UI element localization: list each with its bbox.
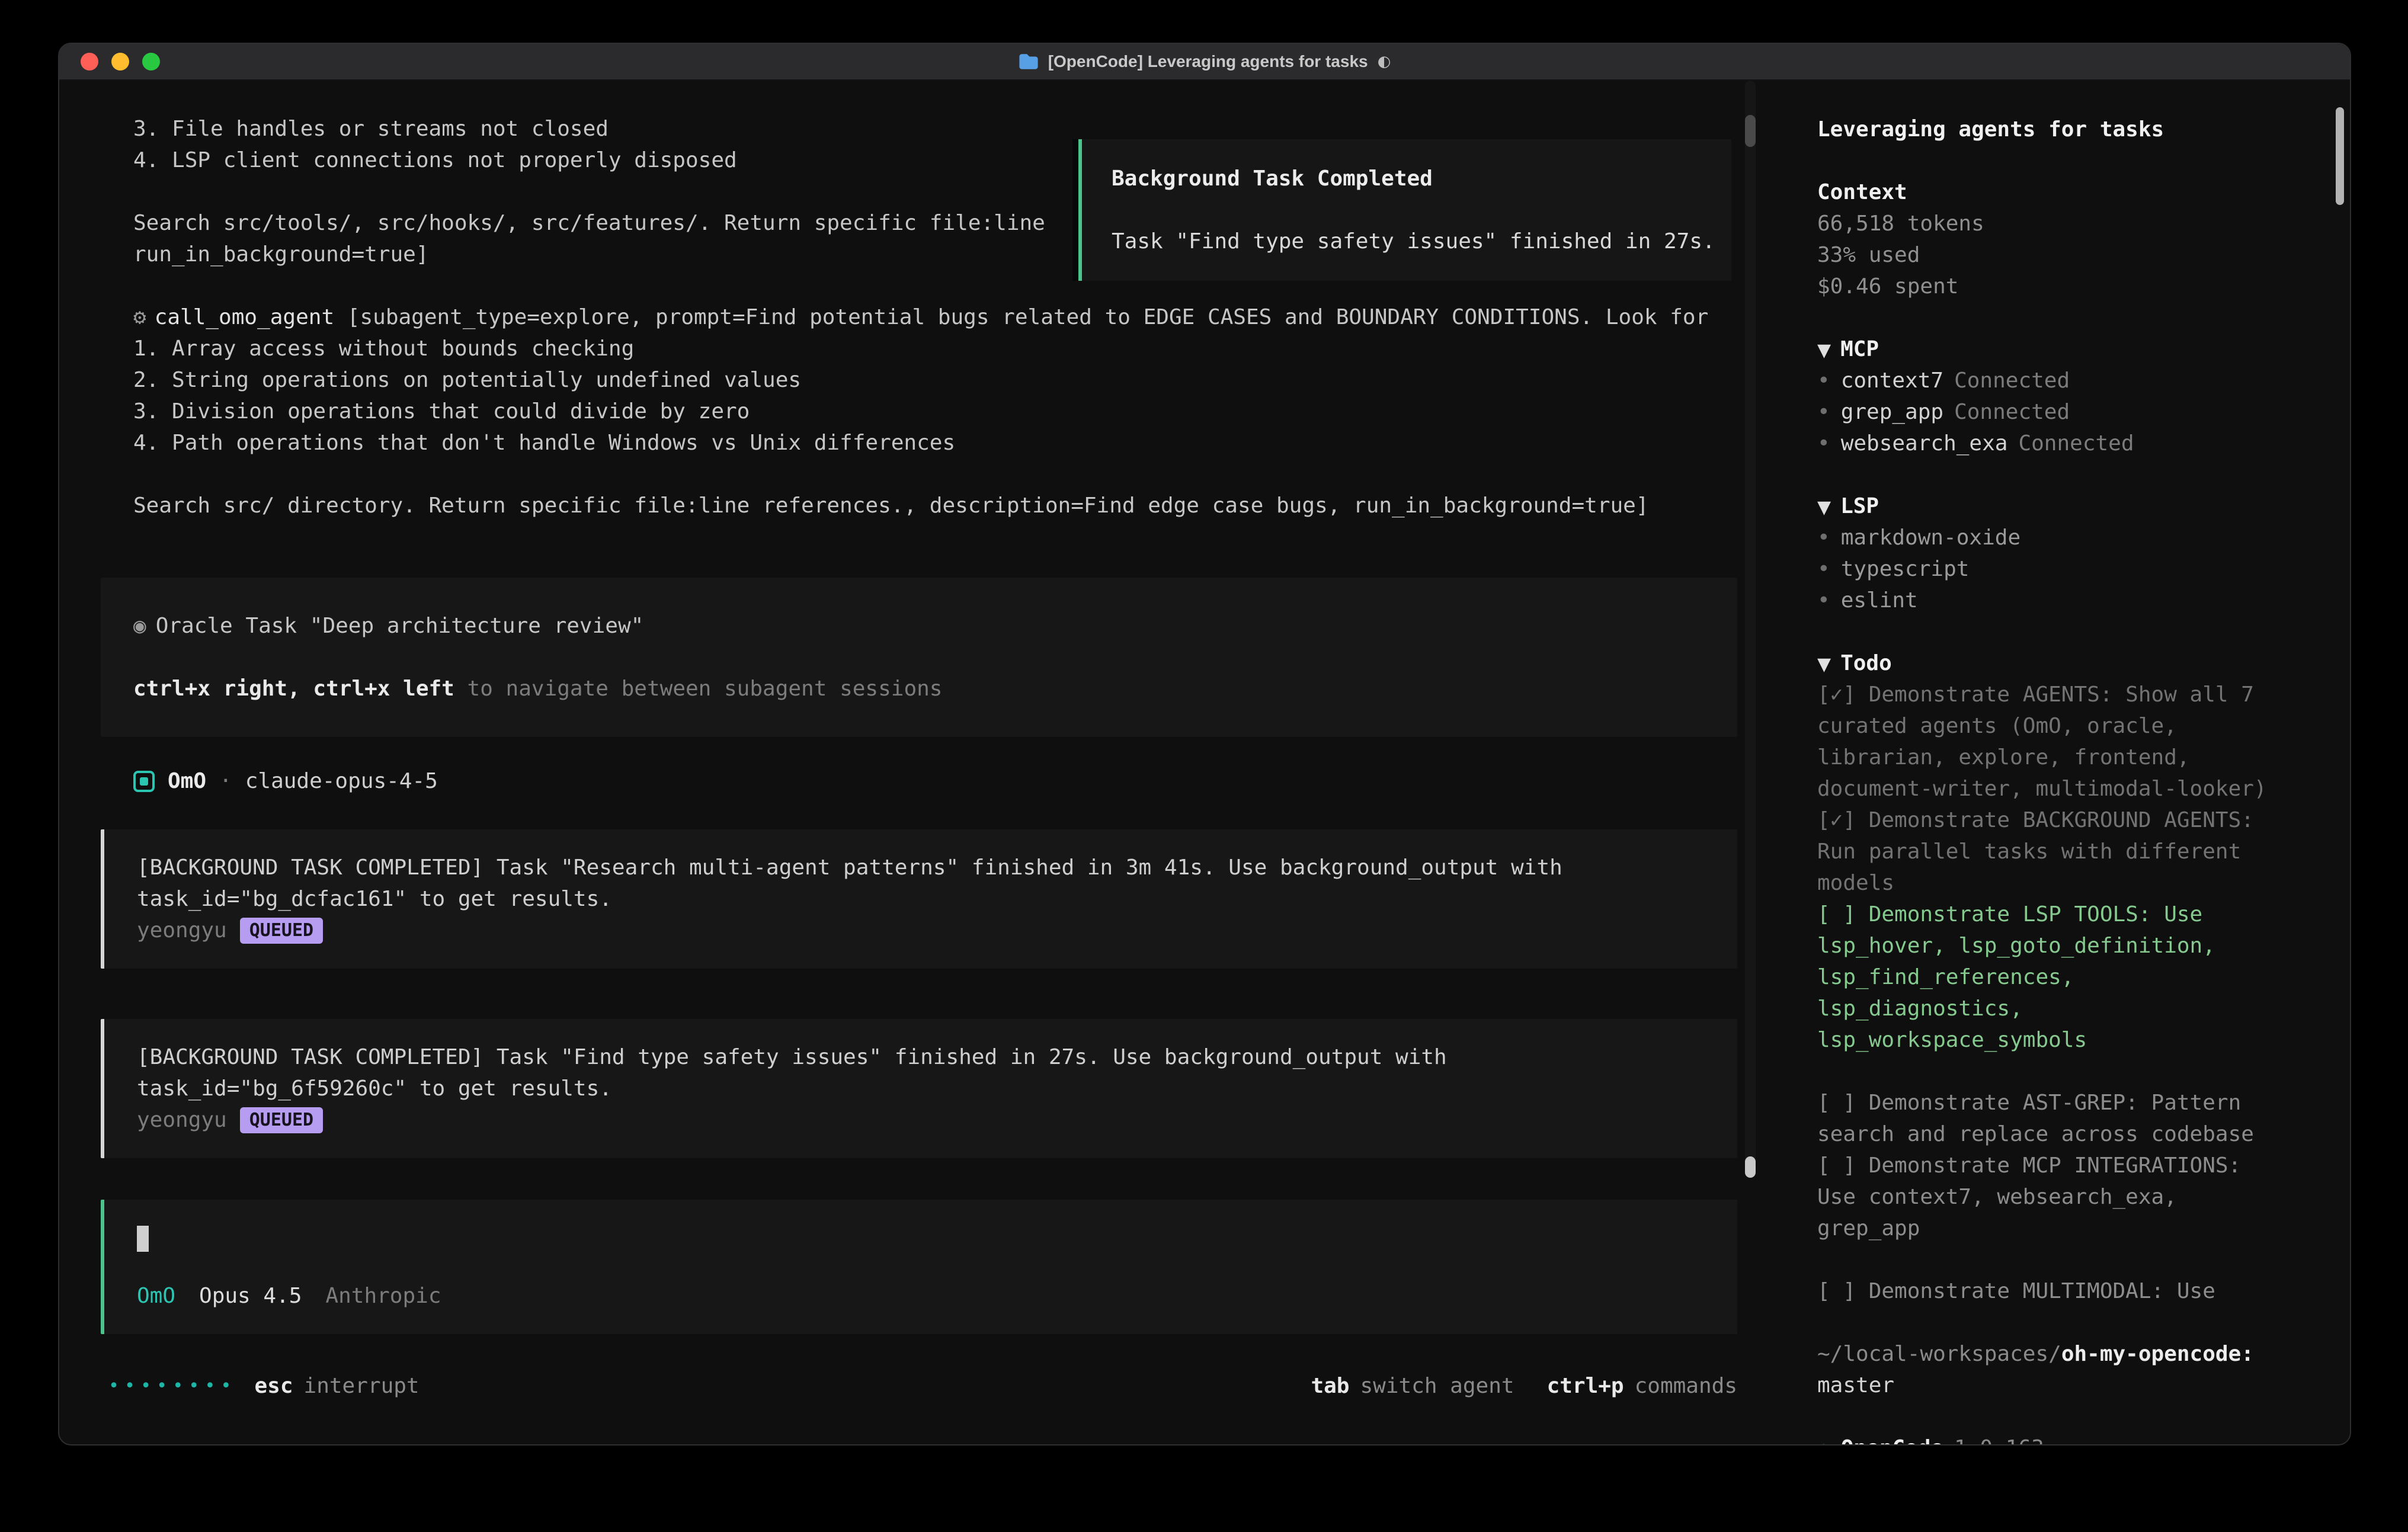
- message-meta: yeongyu QUEUED: [137, 915, 1705, 946]
- log-line: 1. Array access without bounds checking: [101, 333, 1737, 364]
- text-cursor: [137, 1226, 149, 1252]
- workspace-branch: master: [1817, 1370, 2291, 1401]
- context-spent: $0.46 spent: [1817, 271, 2291, 302]
- context-heading: Context: [1817, 177, 2291, 208]
- record-icon: ◉: [133, 614, 146, 638]
- message-author: yeongyu: [137, 918, 227, 943]
- main-scrollbar-thumb-top[interactable]: [1745, 115, 1756, 147]
- bullet-icon: •: [1817, 1436, 1830, 1446]
- tool-args: [subagent_type=explore, prompt=Find pote…: [347, 305, 1708, 329]
- esc-key-label: interrupt: [304, 1370, 420, 1402]
- app-version: •OpenCode1.0.163: [1817, 1432, 2291, 1446]
- toast-title: Background Task Completed: [1112, 163, 1702, 194]
- message-author: yeongyu: [137, 1108, 227, 1132]
- sidebar: Leveraging agents for tasks Context 66,5…: [1776, 81, 2350, 1444]
- mcp-item: •grep_appConnected: [1817, 396, 2291, 428]
- context-used: 33% used: [1817, 239, 2291, 271]
- bullet-icon: •: [1817, 400, 1830, 424]
- workspace-path: ~/local-workspaces/oh-my-opencode:: [1817, 1338, 2291, 1370]
- tool-call-line: ⚙ call_omo_agent [subagent_type=explore, …: [101, 302, 1737, 333]
- close-button[interactable]: [81, 53, 98, 70]
- chevron-down-icon: ▼: [1817, 654, 1831, 675]
- todo-item: [ ] Demonstrate MULTIMODAL: Use: [1817, 1275, 2291, 1307]
- app-window: [OpenCode] Leveraging agents for tasks ◐…: [58, 43, 2351, 1446]
- oracle-shortcut-hint: ctrl+x right, ctrl+x left to navigate be…: [133, 673, 1705, 704]
- gear-icon: ⚙: [133, 305, 146, 329]
- bullet-icon: •: [1817, 525, 1830, 550]
- lsp-section-header[interactable]: ▼LSP: [1817, 491, 2291, 522]
- shortcut-keys: ctrl+x right, ctrl+x left: [133, 677, 454, 701]
- prompt-cursor-row[interactable]: [137, 1222, 1705, 1254]
- main-scrollbar-track[interactable]: [1745, 81, 1756, 1178]
- mcp-section-header[interactable]: ▼MCP: [1817, 334, 2291, 365]
- bullet-icon: •: [1817, 588, 1830, 613]
- folder-icon: [1019, 53, 1039, 70]
- half-moon-icon: ◐: [1378, 53, 1391, 70]
- context-tokens: 66,518 tokens: [1817, 208, 2291, 239]
- ctrlp-key-hint: ctrl+p: [1547, 1370, 1624, 1402]
- todo-item: [✓] Demonstrate AGENTS: Show all 7 curat…: [1817, 679, 2291, 805]
- todo-item: [ ] Demonstrate LSP TOOLS: Use lsp_hover…: [1817, 899, 2291, 1056]
- chevron-down-icon: ▼: [1817, 497, 1831, 518]
- agent-model: claude-opus-4-5: [245, 765, 438, 797]
- todo-item: [ ] Demonstrate MCP INTEGRATIONS: Use co…: [1817, 1150, 2291, 1244]
- lsp-item: •eslint: [1817, 585, 2291, 616]
- todo-item: [✓] Demonstrate BACKGROUND AGENTS: Run p…: [1817, 805, 2291, 899]
- traffic-lights: [81, 53, 160, 70]
- lsp-item: •typescript: [1817, 553, 2291, 585]
- agent-header: OmO · claude-opus-4-5: [101, 765, 1737, 797]
- todo-section-header[interactable]: ▼Todo: [1817, 648, 2291, 679]
- shortcut-desc: to navigate between subagent sessions: [454, 677, 943, 701]
- todo-item: [ ] Demonstrate AST-GREP: Pattern search…: [1817, 1087, 2291, 1150]
- input-model-name: Opus 4.5: [199, 1280, 302, 1312]
- maximize-button[interactable]: [142, 53, 160, 70]
- statusbar: •••••••• esc interrupt tab switch agent …: [101, 1370, 1737, 1402]
- input-agent-name: OmO: [137, 1280, 175, 1312]
- omo-agent-icon: [133, 771, 155, 792]
- prompt-model-row: OmO Opus 4.5 Anthropic: [137, 1280, 1705, 1312]
- titlebar: [OpenCode] Leveraging agents for tasks ◐: [59, 44, 2350, 81]
- tool-name: call_omo_agent: [155, 305, 334, 329]
- queued-badge: QUEUED: [240, 1107, 323, 1133]
- chevron-down-icon: ▼: [1817, 340, 1831, 361]
- toast-notification: Background Task Completed Task "Find typ…: [1078, 139, 1731, 281]
- queued-badge: QUEUED: [240, 918, 323, 944]
- log-line: 3. Division operations that could divide…: [101, 396, 1737, 427]
- toast-body: Task "Find type safety issues" finished …: [1112, 226, 1702, 257]
- lsp-item: •markdown-oxide: [1817, 522, 2291, 553]
- log-line: Search src/ directory. Return specific f…: [101, 490, 1737, 521]
- message-meta: yeongyu QUEUED: [137, 1104, 1705, 1136]
- bullet-icon: •: [1817, 368, 1830, 393]
- ctrlp-key-label: commands: [1635, 1370, 1737, 1402]
- tab-key-hint: tab: [1311, 1370, 1349, 1402]
- main-terminal-area: 3. File handles or streams not closed 4.…: [59, 81, 1776, 1444]
- sidebar-scrollbar-thumb[interactable]: [2336, 107, 2344, 205]
- bullet-icon: •: [1817, 431, 1830, 456]
- background-task-message: [BACKGROUND TASK COMPLETED] Task "Find t…: [101, 1019, 1737, 1158]
- spinner-dots-icon: ••••••••: [108, 1370, 237, 1402]
- message-line: [BACKGROUND TASK COMPLETED] Task "Resear…: [137, 852, 1705, 883]
- agent-name: OmO: [168, 765, 206, 797]
- input-provider-name: Anthropic: [325, 1280, 441, 1312]
- log-line: 4. Path operations that don't handle Win…: [101, 427, 1737, 459]
- mcp-item: •context7Connected: [1817, 365, 2291, 396]
- prompt-input[interactable]: OmO Opus 4.5 Anthropic: [101, 1200, 1737, 1334]
- background-task-message: [BACKGROUND TASK COMPLETED] Task "Resear…: [101, 829, 1737, 969]
- main-scrollbar-thumb[interactable]: [1745, 1156, 1756, 1178]
- log-line: 2. String operations on potentially unde…: [101, 364, 1737, 396]
- esc-key-hint: esc: [255, 1370, 293, 1402]
- window-title: [OpenCode] Leveraging agents for tasks ◐: [1019, 52, 1391, 71]
- mcp-item: •websearch_exaConnected: [1817, 428, 2291, 459]
- session-title: Leveraging agents for tasks: [1817, 114, 2291, 145]
- message-line: task_id="bg_dcfac161" to get results.: [137, 883, 1705, 915]
- message-line: task_id="bg_6f59260c" to get results.: [137, 1073, 1705, 1104]
- message-line: [BACKGROUND TASK COMPLETED] Task "Find t…: [137, 1041, 1705, 1073]
- window-title-text: [OpenCode] Leveraging agents for tasks: [1048, 52, 1368, 71]
- oracle-task-title: ◉Oracle Task "Deep architecture review": [133, 610, 1705, 642]
- minimize-button[interactable]: [111, 53, 129, 70]
- oracle-task-panel: ◉Oracle Task "Deep architecture review" …: [101, 578, 1737, 737]
- tab-key-label: switch agent: [1360, 1370, 1514, 1402]
- bullet-icon: •: [1817, 557, 1830, 581]
- agent-separator: ·: [219, 765, 232, 797]
